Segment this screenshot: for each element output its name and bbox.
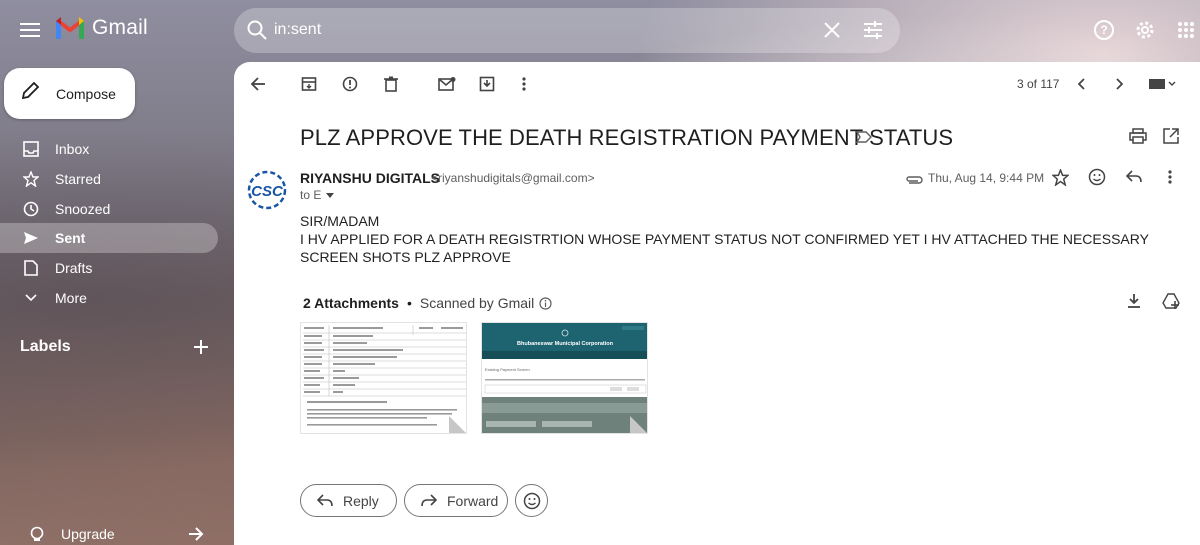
compose-button[interactable]: Compose xyxy=(4,68,135,119)
upgrade-icon xyxy=(29,526,45,542)
sidebar-item-sent[interactable]: Sent xyxy=(0,223,218,253)
thumbnail-sub-text: Existing Payment Screen xyxy=(485,367,530,372)
top-bar: Gmail in:sent ? xyxy=(0,0,1200,62)
clear-search-icon[interactable] xyxy=(822,20,842,45)
separator-dot: • xyxy=(406,295,412,311)
arrow-right-icon xyxy=(188,527,204,541)
sidebar-item-label: Drafts xyxy=(55,260,93,276)
important-label-icon[interactable] xyxy=(855,130,872,148)
hamburger-icon xyxy=(20,23,40,37)
info-icon[interactable] xyxy=(539,296,552,310)
attachments-count: 2 Attachments xyxy=(303,295,399,311)
trash-icon[interactable] xyxy=(379,72,403,96)
add-reaction-emoji-icon[interactable] xyxy=(1088,168,1106,191)
attachment-thumbnail-2[interactable]: Bhubaneswar Municipal Corporation Existi… xyxy=(481,322,648,434)
avatar-text: CSC xyxy=(251,183,284,200)
emoji-icon xyxy=(523,492,540,509)
report-spam-icon[interactable] xyxy=(338,72,362,96)
attachment-clip-icon xyxy=(905,172,923,190)
gmail-m-icon xyxy=(56,17,84,39)
message-date: Thu, Aug 14, 9:44 PM xyxy=(928,171,1045,185)
sidebar-item-snoozed[interactable]: Snoozed xyxy=(0,194,218,224)
svg-text:?: ? xyxy=(1100,23,1107,37)
sender-avatar[interactable]: CSC xyxy=(247,170,287,210)
upgrade-button[interactable]: Upgrade xyxy=(0,519,218,545)
download-all-icon[interactable] xyxy=(1127,293,1141,314)
star-icon xyxy=(21,171,41,187)
clock-icon xyxy=(21,201,41,217)
sender-email: <riyanshudigitals@gmail.com> xyxy=(431,171,595,185)
upgrade-label: Upgrade xyxy=(61,526,115,542)
body-greeting: SIR/MADAM xyxy=(300,213,380,229)
reply-label: Reply xyxy=(343,492,379,509)
sidebar-item-more[interactable]: More xyxy=(0,283,218,313)
page-fold xyxy=(630,416,647,433)
recipient-label: to E xyxy=(300,188,322,202)
send-icon xyxy=(21,231,41,245)
forward-label: Forward xyxy=(447,492,499,509)
email-body: SIR/MADAM I HV APPLIED FOR A DEATH REGIS… xyxy=(300,212,1170,266)
search-input[interactable]: in:sent xyxy=(274,21,321,39)
reply-arrow-icon xyxy=(317,494,333,507)
attachments-header: 2 Attachments • Scanned by Gmail xyxy=(303,295,552,311)
sidebar-item-starred[interactable]: Starred xyxy=(0,164,218,194)
search-bar[interactable]: in:sent xyxy=(234,8,900,53)
reply-button[interactable]: Reply xyxy=(300,484,397,517)
message-panel: 3 of 117 PLZ APPROVE THE DEATH REGISTRAT… xyxy=(234,62,1200,545)
gmail-logo[interactable]: Gmail xyxy=(56,16,148,40)
sidebar-item-drafts[interactable]: Drafts xyxy=(0,253,218,283)
more-vertical-icon[interactable] xyxy=(512,72,536,96)
move-to-icon[interactable] xyxy=(475,72,499,96)
labels-heading: Labels xyxy=(20,338,71,355)
star-icon[interactable] xyxy=(1051,168,1070,191)
open-new-window-icon[interactable] xyxy=(1163,128,1179,149)
scanned-label: Scanned by Gmail xyxy=(419,295,535,311)
caret-down-icon xyxy=(326,192,335,198)
attachment-thumbnail-1[interactable] xyxy=(300,322,467,434)
main-menu-button[interactable] xyxy=(14,14,46,46)
forward-arrow-icon xyxy=(421,494,437,507)
reply-icon[interactable] xyxy=(1125,170,1142,188)
help-icon[interactable]: ? xyxy=(1091,17,1117,43)
compose-label: Compose xyxy=(56,85,116,102)
search-icon[interactable] xyxy=(246,19,268,46)
print-icon[interactable] xyxy=(1129,128,1147,149)
chevron-down-icon xyxy=(21,294,41,302)
form-document-preview xyxy=(301,323,466,433)
forward-button[interactable]: Forward xyxy=(404,484,508,517)
back-arrow-icon[interactable] xyxy=(246,72,270,96)
sender-name[interactable]: RIYANSHU DIGITALS xyxy=(300,170,440,186)
settings-gear-icon[interactable] xyxy=(1132,17,1158,43)
website-screenshot-preview: Bhubaneswar Municipal Corporation Existi… xyxy=(482,323,647,433)
apps-grid-icon[interactable] xyxy=(1173,17,1199,43)
thumbnail-header-text: Bhubaneswar Municipal Corporation xyxy=(517,341,614,347)
sidebar-item-inbox[interactable]: Inbox xyxy=(0,134,218,164)
page-fold xyxy=(449,416,466,433)
mark-unread-icon[interactable] xyxy=(435,72,459,96)
input-tools-keyboard-icon[interactable] xyxy=(1144,72,1180,96)
pencil-icon xyxy=(20,81,40,106)
newer-chevron-icon[interactable] xyxy=(1070,72,1094,96)
recipient-details[interactable]: to E xyxy=(300,188,335,202)
search-options-icon[interactable] xyxy=(862,20,884,45)
pagination-count: 3 of 117 xyxy=(1017,77,1060,91)
message-more-vertical-icon[interactable] xyxy=(1168,170,1172,189)
add-label-icon[interactable] xyxy=(192,338,210,361)
sidebar-item-label: Sent xyxy=(55,230,86,246)
archive-icon[interactable] xyxy=(297,72,321,96)
app-name: Gmail xyxy=(92,16,148,39)
body-paragraph: I HV APPLIED FOR A DEATH REGISTRTION WHO… xyxy=(300,231,1149,265)
inbox-icon xyxy=(21,141,41,157)
sidebar-item-label: More xyxy=(55,290,87,306)
draft-icon xyxy=(21,260,41,276)
sidebar-item-label: Starred xyxy=(55,171,101,187)
older-chevron-icon[interactable] xyxy=(1107,72,1131,96)
add-to-drive-icon[interactable] xyxy=(1162,292,1180,315)
react-emoji-button[interactable] xyxy=(515,484,548,517)
sidebar-item-label: Inbox xyxy=(55,141,90,157)
sidebar-item-label: Snoozed xyxy=(55,201,111,217)
